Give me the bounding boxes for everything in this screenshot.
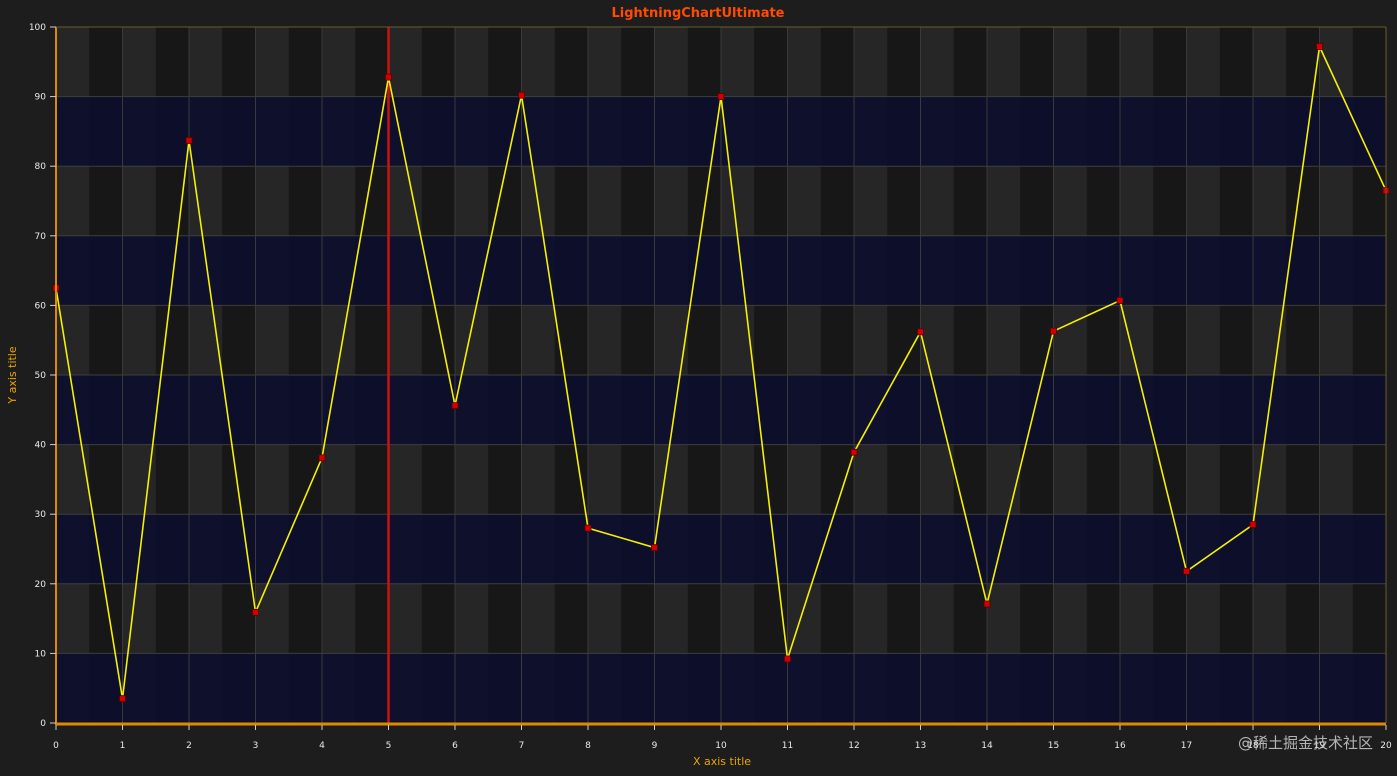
watermark-text: @稀土掘金技术社区 [1238, 734, 1373, 752]
data-point [1316, 43, 1323, 50]
data-point [451, 402, 459, 410]
chart-svg: 0 1 2 3 4 5 6 7 8 9 10 11 12 13 14 15 16 17 18 19 20 0102030… [6, 6, 1392, 768]
x-tick-label: 12 [848, 741, 859, 751]
y-tick-label: 100 [29, 23, 46, 33]
y-tick-labels: 0 10 20 30 40 50 60 70 80 90 100 [29, 23, 56, 729]
data-point [850, 448, 858, 456]
data-point [252, 608, 259, 616]
x-tick-labels: 0 1 2 3 4 5 6 7 8 9 10 11 12 13 14 15 16 17 18 19 20 [53, 725, 1392, 751]
x-tick-label: 15 [1048, 741, 1059, 751]
data-point [318, 454, 326, 462]
data-point [385, 73, 392, 81]
data-point [518, 91, 525, 99]
x-tick-label: 16 [1114, 741, 1126, 751]
x-tick-label: 14 [981, 741, 993, 751]
data-point [1050, 327, 1057, 335]
data-point [917, 328, 924, 336]
data-point [983, 600, 991, 608]
x-tick-label: 5 [386, 741, 392, 751]
chart: 0 1 2 3 4 5 6 7 8 9 10 11 12 13 14 15 16 17 18 19 20 0 10 20 30… [0, 0, 1397, 776]
data-point [1116, 297, 1124, 304]
data-point [1183, 567, 1190, 575]
x-tick-label: 8 [585, 741, 591, 751]
data-point [1249, 521, 1257, 529]
x-tick-label: 11 [782, 741, 793, 751]
data-point [119, 695, 126, 703]
x-tick-label: 17 [1181, 741, 1192, 751]
y-tick-label: 50 [35, 371, 47, 381]
x-tick-label: 6 [452, 741, 458, 751]
data-point [784, 655, 791, 663]
x-tick-label: 3 [253, 741, 259, 751]
x-tick-label: 10 [715, 741, 727, 751]
y-tick-label: 70 [35, 232, 47, 242]
x-tick-label: 20 [1380, 741, 1392, 751]
x-axis-title: X axis title [693, 755, 751, 768]
y-tick-label: 90 [35, 93, 47, 103]
y-tick-label: 10 [35, 649, 47, 659]
x-tick-label: 9 [652, 741, 658, 751]
y-tick-label: 80 [35, 162, 47, 172]
x-tick-label: 7 [519, 741, 525, 751]
chart-title: LightningChartUltimate [611, 6, 784, 21]
y-tick-label: 30 [35, 510, 47, 520]
x-tick-label: 13 [915, 741, 926, 751]
y-tick-label: 0 [40, 719, 46, 729]
x-tick-label: 0 [53, 741, 59, 751]
data-point [651, 544, 658, 552]
x-tick-label: 2 [186, 741, 192, 751]
y-tick-label: 20 [35, 580, 47, 590]
x-tick-label: 1 [120, 741, 126, 751]
grid-lines [55, 26, 1387, 724]
y-tick-label: 60 [35, 301, 47, 311]
data-point [717, 93, 725, 100]
data-point [584, 524, 592, 532]
data-point [185, 137, 193, 144]
y-axis-title: Y axis title [6, 346, 19, 404]
x-tick-label: 4 [319, 741, 325, 751]
y-tick-label: 40 [35, 441, 47, 451]
